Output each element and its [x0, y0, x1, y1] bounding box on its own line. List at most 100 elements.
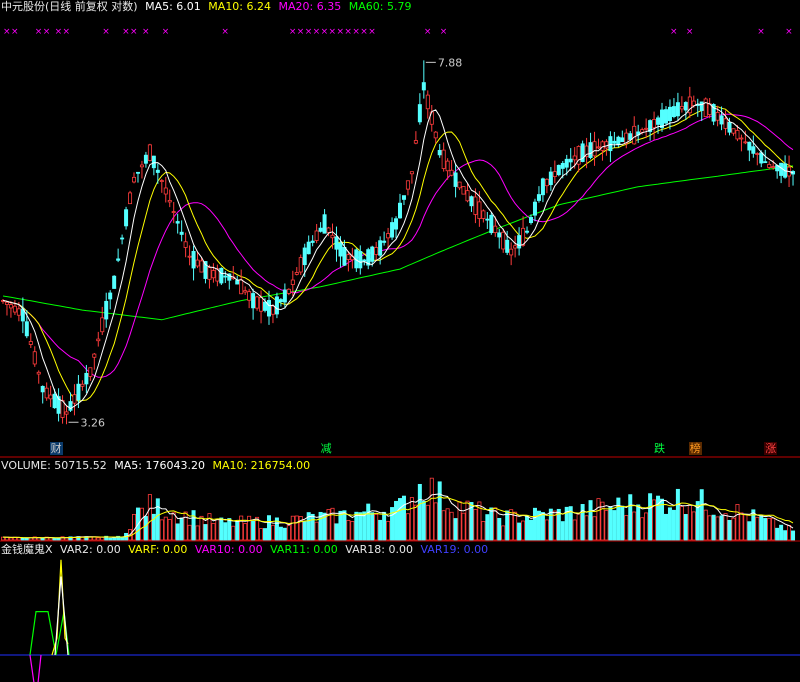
- candle-body-4: [16, 308, 21, 316]
- volume-bar-6: [24, 537, 29, 541]
- candle-body-27: [108, 292, 113, 300]
- candle-body-39: [155, 169, 160, 173]
- volume-bar-103: [409, 497, 414, 541]
- candle-body-70: [278, 299, 283, 303]
- volume-bar-105: [417, 483, 422, 541]
- candle-body-109: [433, 131, 438, 139]
- volume-bar-185: [735, 504, 740, 541]
- volume-bar-88: [350, 521, 355, 541]
- candle-body-134: [532, 201, 537, 216]
- candle-body-176: [699, 101, 704, 111]
- g-ma20-path: [2, 113, 794, 378]
- candle-body-104: [413, 140, 418, 144]
- candle-body-114: [453, 172, 458, 187]
- candle-body-87: [346, 254, 351, 260]
- candle-body-101: [401, 195, 406, 200]
- candle-body-46: [183, 241, 188, 248]
- candle-body-11: [44, 387, 49, 399]
- signal-star-19: ×: [344, 27, 352, 37]
- candle-body-126: [501, 231, 506, 250]
- volume-bar-93: [370, 512, 375, 541]
- candle-body-100: [397, 202, 402, 219]
- volume-bar-62: [247, 515, 252, 541]
- volume-bar-188: [747, 521, 752, 541]
- ma5-readout: MA5: 6.01: [145, 0, 201, 13]
- candle-body-15: [60, 400, 65, 418]
- candle-body-123: [489, 214, 494, 234]
- candle-body-3: [12, 305, 17, 313]
- var11-readout: VAR11: 0.00: [270, 543, 338, 556]
- candle-body-22: [88, 367, 93, 377]
- signal-star-6: ×: [102, 27, 110, 37]
- candle-body-106: [421, 82, 426, 91]
- event-marker-1: 减: [319, 442, 333, 455]
- candle-body-97: [386, 233, 391, 239]
- candle-body-71: [282, 289, 287, 303]
- candle-body-169: [671, 106, 676, 118]
- candle-body-63: [251, 293, 256, 309]
- candle-body-37: [147, 144, 152, 161]
- candle-body-140: [556, 164, 561, 176]
- volume-bar-57: [227, 518, 232, 541]
- signal-star-3: ×: [43, 27, 51, 37]
- candle-body-187: [743, 141, 748, 144]
- signal-star-11: ×: [221, 27, 229, 37]
- volume-bar-53: [211, 523, 216, 541]
- candle-body-75: [298, 257, 303, 273]
- volume-bar-150: [596, 498, 601, 541]
- candle-body-167: [663, 109, 668, 124]
- volume-bar-186: [739, 512, 744, 541]
- candle-body-190: [755, 153, 760, 155]
- event-marker-2: 跌: [653, 442, 667, 455]
- candle-body-13: [52, 393, 57, 409]
- signal-star-16: ×: [321, 27, 329, 37]
- volume-bar-196: [779, 524, 784, 541]
- volume-ma5-readout: MA5: 176043.20: [114, 459, 205, 472]
- candle-body-26: [104, 300, 109, 320]
- volume-bar-122: [485, 514, 490, 541]
- candle-body-150: [596, 146, 601, 149]
- candle-body-7: [28, 341, 33, 345]
- candle-body-41: [163, 187, 168, 195]
- volume-bar-157: [624, 515, 629, 541]
- candle-body-131: [521, 227, 526, 246]
- candle-body-155: [616, 136, 621, 146]
- volume-bar-191: [759, 515, 764, 541]
- volume-bar-110: [437, 481, 442, 541]
- candle-body-50: [199, 260, 204, 273]
- candle-body-81: [322, 214, 327, 234]
- volume-bar-68: [270, 524, 275, 541]
- volume-bar-121: [481, 521, 486, 541]
- candle-body-170: [675, 102, 680, 117]
- low-price-label: 3.26: [81, 416, 106, 429]
- candle-body-55: [219, 267, 224, 284]
- candle-body-12: [48, 394, 53, 400]
- candle-body-188: [747, 141, 752, 151]
- volume-bar-41: [163, 516, 168, 541]
- volume-bar-177: [703, 509, 708, 541]
- high-price-label: 7.88: [438, 56, 463, 69]
- candle-body-32: [128, 192, 133, 205]
- volume-bar-194: [771, 517, 776, 541]
- candle-body-31: [124, 209, 129, 227]
- candle-body-122: [485, 218, 490, 221]
- volume-bar-94: [374, 514, 379, 541]
- volume-bar-54: [215, 519, 220, 541]
- volume-bar-58: [231, 525, 236, 541]
- volume-bar-107: [425, 504, 430, 541]
- candle-body-44: [175, 221, 180, 224]
- volume-bar-42: [167, 519, 172, 541]
- candle-body-56: [223, 275, 228, 278]
- volume-bar-156: [620, 505, 625, 541]
- candle-body-149: [592, 141, 597, 157]
- volume-bar-59: [235, 521, 240, 541]
- volume-bar-144: [572, 519, 577, 541]
- candle-body-30: [120, 237, 125, 240]
- candle-body-189: [751, 146, 756, 154]
- signal-star-5: ×: [63, 27, 71, 37]
- signal-star-7: ×: [122, 27, 130, 37]
- candle-body-35: [139, 164, 144, 168]
- candle-body-86: [342, 247, 347, 266]
- candle-body-193: [767, 163, 772, 168]
- candle-body-6: [24, 321, 29, 337]
